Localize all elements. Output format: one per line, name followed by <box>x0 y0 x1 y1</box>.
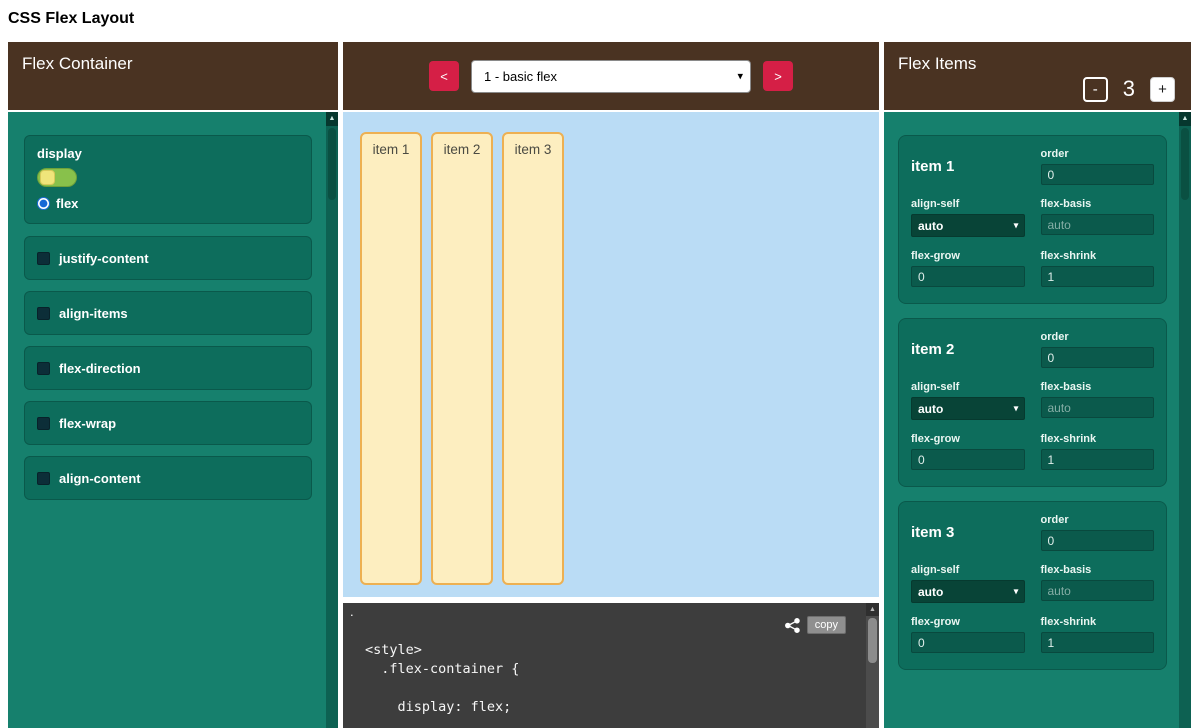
flex-grow-label: flex-grow <box>911 616 1025 628</box>
order-label: order <box>1041 148 1155 160</box>
code-panel: . <style> .flex-container { display: fle… <box>343 603 879 728</box>
flex-item-card-3: item 3 order align-self auto ▾ <box>898 501 1167 670</box>
flex-wrap-label: flex-wrap <box>59 416 116 431</box>
flex-grow-label: flex-grow <box>911 433 1025 445</box>
flex-grow-input[interactable] <box>911 266 1025 287</box>
align-self-select[interactable]: auto <box>911 214 1025 237</box>
flex-basis-input[interactable] <box>1041 580 1155 601</box>
main-columns: Flex Container display flex justify-cont… <box>0 42 1199 728</box>
justify-content-label: justify-content <box>59 251 149 266</box>
flex-basis-label: flex-basis <box>1041 198 1155 210</box>
item-card-title: item 3 <box>911 524 954 541</box>
scroll-up-icon[interactable]: ▲ <box>866 603 879 616</box>
left-panel-scrollbar[interactable]: ▲ <box>326 112 338 728</box>
flex-shrink-input[interactable] <box>1041 449 1155 470</box>
align-items-checkbox[interactable] <box>37 307 50 320</box>
scrollbar-thumb[interactable] <box>328 128 336 200</box>
flex-container-panel: display flex justify-content align-items <box>8 112 338 728</box>
right-panel-scrollbar[interactable]: ▲ <box>1179 112 1191 728</box>
scrollbar-thumb[interactable] <box>868 618 877 663</box>
flex-container-title: Flex Container <box>22 54 133 73</box>
align-content-checkbox[interactable] <box>37 472 50 485</box>
item-card-title: item 2 <box>911 341 954 358</box>
copy-code-button[interactable]: copy <box>807 616 846 634</box>
flex-container-column: Flex Container display flex justify-cont… <box>8 42 338 728</box>
top-bar: CSS Flex Layout <box>0 0 1199 42</box>
align-self-label: align-self <box>911 381 1025 393</box>
property-card-flex-wrap: flex-wrap <box>24 401 312 445</box>
flex-shrink-label: flex-shrink <box>1041 250 1155 262</box>
add-item-button[interactable]: + <box>1150 77 1175 102</box>
toggle-knob-icon <box>40 170 55 185</box>
code-block: <style> .flex-container { display: flex; <box>365 641 519 717</box>
prev-example-button[interactable]: < <box>429 61 459 91</box>
align-self-label: align-self <box>911 564 1025 576</box>
align-self-select[interactable]: auto <box>911 397 1025 420</box>
flex-basis-input[interactable] <box>1041 397 1155 418</box>
code-scrollbar[interactable]: ▲ <box>866 603 879 728</box>
flex-shrink-input[interactable] <box>1041 632 1155 653</box>
item-count: 3 <box>1123 76 1135 102</box>
flex-grow-input[interactable] <box>911 449 1025 470</box>
flex-grow-label: flex-grow <box>911 250 1025 262</box>
align-content-label: align-content <box>59 471 141 486</box>
item-card-title: item 1 <box>911 158 954 175</box>
flex-direction-label: flex-direction <box>59 361 141 376</box>
flex-grow-input[interactable] <box>911 632 1025 653</box>
property-card-justify-content: justify-content <box>24 236 312 280</box>
flex-shrink-input[interactable] <box>1041 266 1155 287</box>
align-self-label: align-self <box>911 198 1025 210</box>
flex-items-header: Flex Items - 3 + <box>884 42 1191 110</box>
flex-preview-item-3: item 3 <box>502 132 564 585</box>
order-input[interactable] <box>1041 530 1155 551</box>
next-example-button[interactable]: > <box>763 61 793 91</box>
order-label: order <box>1041 331 1155 343</box>
property-card-flex-direction: flex-direction <box>24 346 312 390</box>
scroll-up-icon[interactable]: ▲ <box>326 112 338 126</box>
display-flex-radio[interactable] <box>37 197 50 210</box>
flex-item-card-2: item 2 order align-self auto ▾ <box>898 318 1167 487</box>
flex-basis-label: flex-basis <box>1041 381 1155 393</box>
order-input[interactable] <box>1041 347 1155 368</box>
flex-preview-item-1: item 1 <box>360 132 422 585</box>
align-items-label: align-items <box>59 306 128 321</box>
flex-basis-label: flex-basis <box>1041 564 1155 576</box>
flex-wrap-checkbox[interactable] <box>37 417 50 430</box>
align-self-select[interactable]: auto <box>911 580 1025 603</box>
example-nav-header: < 1 - basic flex ▾ > <box>343 42 879 110</box>
flex-shrink-label: flex-shrink <box>1041 616 1155 628</box>
preview-column: < 1 - basic flex ▾ > item 1 item 2 item … <box>343 42 879 728</box>
flex-item-card-1: item 1 order align-self auto ▾ <box>898 135 1167 304</box>
flex-basis-input[interactable] <box>1041 214 1155 235</box>
share-icon[interactable] <box>784 617 801 637</box>
property-card-align-content: align-content <box>24 456 312 500</box>
order-label: order <box>1041 514 1155 526</box>
flex-direction-checkbox[interactable] <box>37 362 50 375</box>
display-toggle[interactable] <box>37 168 77 187</box>
flex-items-column: Flex Items - 3 + item 1 order align-self <box>884 42 1191 728</box>
remove-item-button[interactable]: - <box>1083 77 1108 102</box>
display-flex-radio-label: flex <box>56 196 78 211</box>
justify-content-checkbox[interactable] <box>37 252 50 265</box>
flex-preview-area: item 1 item 2 item 3 <box>343 112 879 597</box>
order-input[interactable] <box>1041 164 1155 185</box>
display-card: display flex <box>24 135 312 224</box>
flex-items-panel: item 1 order align-self auto ▾ <box>884 112 1191 728</box>
flex-shrink-label: flex-shrink <box>1041 433 1155 445</box>
example-select[interactable]: 1 - basic flex <box>471 60 751 93</box>
flex-container-header: Flex Container <box>8 42 338 110</box>
display-label: display <box>37 146 299 161</box>
flex-items-title: Flex Items <box>898 54 976 73</box>
display-flex-option: flex <box>37 196 299 211</box>
property-card-align-items: align-items <box>24 291 312 335</box>
item-count-controls: - 3 + <box>1083 76 1175 102</box>
code-artifact-dot: . <box>350 604 354 619</box>
scrollbar-thumb[interactable] <box>1181 128 1189 200</box>
scroll-up-icon[interactable]: ▲ <box>1179 112 1191 126</box>
page-title: CSS Flex Layout <box>8 10 1199 28</box>
flex-preview-item-2: item 2 <box>431 132 493 585</box>
